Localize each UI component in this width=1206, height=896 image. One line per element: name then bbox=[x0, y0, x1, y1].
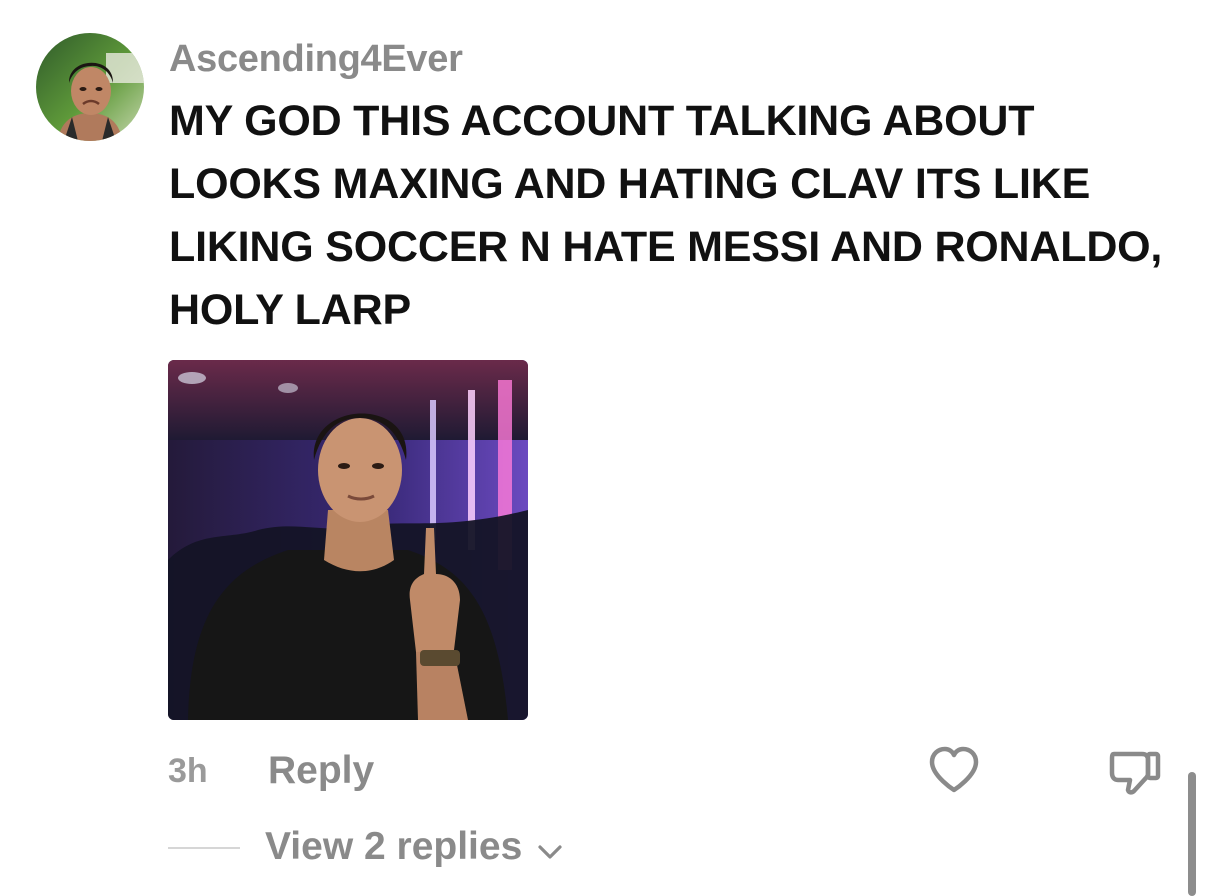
replies-divider bbox=[168, 847, 240, 849]
view-replies-label: View 2 replies bbox=[265, 825, 523, 868]
heart-icon bbox=[929, 746, 979, 793]
comment-username[interactable]: Ascending4Ever bbox=[169, 36, 463, 82]
comment-item: Ascending4Ever MY GOD THIS ACCOUNT TALKI… bbox=[0, 0, 1206, 896]
comment-attached-photo[interactable] bbox=[168, 360, 528, 720]
view-replies-button[interactable]: View 2 replies bbox=[265, 824, 563, 872]
comment-timestamp: 3h bbox=[168, 752, 208, 790]
like-button[interactable] bbox=[926, 744, 982, 800]
comment-text: MY GOD THIS ACCOUNT TALKING ABOUT LOOKS … bbox=[169, 97, 1163, 334]
attached-photo-image bbox=[168, 360, 528, 720]
avatar[interactable] bbox=[36, 33, 144, 141]
scrollbar[interactable] bbox=[1188, 772, 1196, 896]
dislike-button[interactable] bbox=[1104, 744, 1162, 802]
avatar-image bbox=[36, 33, 144, 141]
chevron-down-icon bbox=[537, 826, 563, 872]
reply-button[interactable]: Reply bbox=[268, 748, 374, 794]
thumbs-down-icon bbox=[1109, 751, 1161, 795]
